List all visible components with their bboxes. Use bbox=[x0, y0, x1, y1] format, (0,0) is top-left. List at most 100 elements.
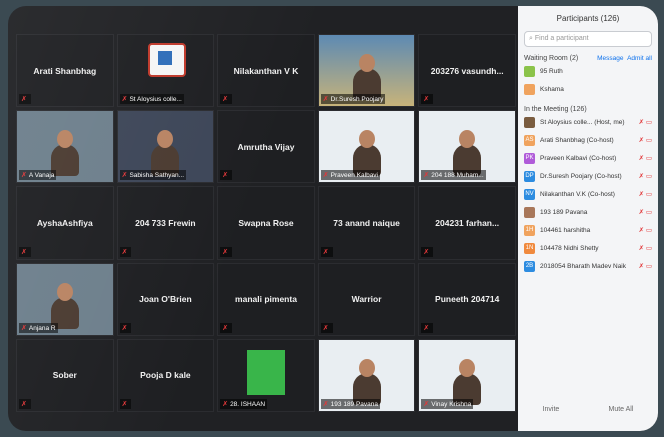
participant-name: St Aloysius colle... (Host, me) bbox=[540, 118, 625, 126]
video-tile[interactable]: ✗ A Vanaja bbox=[16, 110, 114, 184]
tile-label-text: Praveen Kalbavi bbox=[330, 172, 379, 180]
video-tile[interactable]: 203276 vasundh... ✗ bbox=[418, 34, 516, 108]
tile-label: ✗ 28. ISHAAN bbox=[220, 398, 268, 409]
tile-name: Puneeth 204714 bbox=[435, 294, 500, 305]
tile-label-text: Sabisha Sathyan... bbox=[129, 172, 185, 180]
muted-mic-icon: ✗ bbox=[21, 96, 27, 104]
video-tile[interactable]: manali pimenta ✗ bbox=[217, 262, 315, 336]
tile-label-text: A Vanaja bbox=[28, 172, 55, 180]
zoom-window: Arati Shanbhag ✗ ✗ St Aloysius colle... Nila… bbox=[8, 6, 658, 431]
participant-row[interactable]: DP Dr.Suresh Poojary (Co-host) ✗ ▭ bbox=[518, 167, 658, 185]
tile-label: ✗ bbox=[119, 322, 132, 333]
video-tile[interactable]: ✗ St Aloysius colle... bbox=[116, 34, 215, 108]
avatar bbox=[524, 116, 535, 128]
admit-all-button[interactable]: Admit all bbox=[627, 55, 652, 62]
person-head bbox=[358, 358, 375, 377]
muted-mic-icon: ✗ bbox=[423, 96, 430, 104]
muted-mic-icon: ✗ bbox=[322, 324, 329, 332]
participant-name: Dr.Suresh Poojary (Co-host) bbox=[540, 172, 622, 180]
tile-label: ✗ bbox=[421, 246, 434, 257]
video-tile[interactable]: Nilakanthan V K ✗ bbox=[217, 34, 315, 108]
muted-mic-icon: ✗ bbox=[21, 248, 27, 256]
participant-row[interactable]: 1H 104461 harshitha ✗ ▭ bbox=[518, 221, 658, 239]
panel-footer: Invite Mute All bbox=[518, 406, 658, 413]
participant-name: 104478 Nidhi Shetty bbox=[540, 244, 599, 252]
video-grid: Arati Shanbhag ✗ ✗ St Aloysius colle... Nila… bbox=[16, 34, 516, 412]
message-button[interactable]: Message bbox=[597, 55, 623, 62]
video-tile[interactable]: Warrior ✗ bbox=[317, 262, 416, 336]
tile-label: ✗ bbox=[220, 170, 233, 181]
participant-row[interactable]: 1N 104478 Nidhi Shetty ✗ ▭ bbox=[518, 239, 658, 257]
tile-label: ✗ 193 189 Pavana bbox=[320, 398, 381, 409]
tile-label-text: Anjana R bbox=[28, 324, 56, 332]
participant-row[interactable]: PK Praveen Kalbavi (Co-host) ✗ ▭ bbox=[518, 149, 658, 167]
muted-mic-icon: ✗ bbox=[121, 400, 128, 408]
muted-mic-icon: ✗ bbox=[222, 324, 229, 332]
in-meeting-header: In the Meeting (126) bbox=[524, 106, 587, 113]
invite-button[interactable]: Invite bbox=[543, 406, 560, 413]
video-tile[interactable]: Sober ✗ bbox=[16, 338, 114, 412]
muted-mic-icon: ✗ bbox=[423, 324, 430, 332]
participant-row[interactable]: Kshama bbox=[518, 80, 658, 98]
tile-name: 204 733 Frewin bbox=[135, 217, 196, 228]
video-tile[interactable]: Swapna Rose ✗ bbox=[217, 186, 315, 260]
video-tile[interactable]: ✗ 204 188 Muham... bbox=[418, 110, 516, 184]
participant-name: 95 Ruth bbox=[540, 67, 563, 75]
tile-name: Nilakanthan V K bbox=[233, 65, 299, 76]
video-tile[interactable]: 204 733 Frewin ✗ bbox=[116, 186, 215, 260]
participant-row[interactable]: 2B 2018054 Bharath Madev Naik ✗ ▭ bbox=[518, 257, 658, 275]
tile-label: ✗ bbox=[19, 246, 31, 257]
tile-label: ✗ St Aloysius colle... bbox=[119, 94, 184, 105]
tile-label: ✗ bbox=[220, 322, 233, 333]
video-tile[interactable]: AyshaAshfiya ✗ bbox=[16, 186, 114, 260]
video-tile[interactable]: ✗ 28. ISHAAN bbox=[217, 338, 315, 412]
tile-name: Sober bbox=[52, 370, 77, 381]
participant-search-input[interactable]: ⌕ Find a participant bbox=[524, 31, 652, 47]
tile-name: 73 anand naique bbox=[333, 217, 400, 228]
avatar bbox=[524, 83, 535, 95]
avatar: PK bbox=[524, 152, 535, 164]
video-tile[interactable]: ✗ Sabisha Sathyan... bbox=[116, 110, 215, 184]
participant-name: Kshama bbox=[540, 85, 564, 93]
tile-name: Joan O'Brien bbox=[139, 294, 192, 305]
mute-all-button[interactable]: Mute All bbox=[608, 406, 633, 413]
muted-mic-icon: ✗ bbox=[21, 400, 27, 408]
participant-row[interactable]: NV Nilakanthan V.K (Co-host) ✗ ▭ bbox=[518, 185, 658, 203]
mic-video-status-icon: ✗ ▭ bbox=[638, 173, 652, 180]
tile-label: ✗ bbox=[19, 94, 31, 105]
tile-name: Warrior bbox=[351, 294, 382, 305]
video-tile[interactable]: ✗ Dr.Suresh Poojary bbox=[317, 34, 416, 108]
video-tile[interactable]: Pooja D kale ✗ bbox=[116, 338, 215, 412]
participant-row[interactable]: 193 189 Pavana ✗ ▭ bbox=[518, 203, 658, 221]
video-tile[interactable]: Amrutha Vijay ✗ bbox=[217, 110, 315, 184]
college-logo bbox=[148, 43, 187, 77]
person-head bbox=[56, 282, 73, 301]
video-tile[interactable]: Puneeth 204714 ✗ bbox=[418, 262, 516, 336]
tile-label: ✗ A Vanaja bbox=[19, 170, 57, 181]
mic-video-status-icon: ✗ ▭ bbox=[638, 137, 652, 144]
person-head bbox=[358, 130, 375, 149]
participant-name: Arati Shanbhag (Co-host) bbox=[540, 136, 614, 144]
video-tile[interactable]: ✗ Vinay Krishna bbox=[418, 338, 516, 412]
tile-label: ✗ Praveen Kalbavi bbox=[320, 170, 381, 181]
participant-row[interactable]: AS Arati Shanbhag (Co-host) ✗ ▭ bbox=[518, 131, 658, 149]
participant-row[interactable]: 95 Ruth bbox=[518, 62, 658, 80]
video-tile[interactable]: ✗ Praveen Kalbavi bbox=[317, 110, 416, 184]
tile-label-text: 204 188 Muham... bbox=[431, 172, 484, 180]
tile-label-text: Vinay Krishna bbox=[431, 400, 472, 408]
muted-mic-icon: ✗ bbox=[222, 400, 229, 408]
mic-video-status-icon: ✗ ▭ bbox=[638, 191, 652, 198]
video-tile[interactable]: 73 anand naique ✗ bbox=[317, 186, 416, 260]
waiting-list: 95 Ruth Kshama bbox=[518, 62, 658, 98]
muted-mic-icon: ✗ bbox=[21, 324, 27, 332]
video-tile[interactable]: Joan O'Brien ✗ bbox=[116, 262, 215, 336]
mic-video-status-icon: ✗ ▭ bbox=[638, 209, 652, 216]
video-tile[interactable]: ✗ 193 189 Pavana bbox=[317, 338, 416, 412]
search-icon: ⌕ bbox=[529, 35, 533, 42]
video-tile[interactable]: Arati Shanbhag ✗ bbox=[16, 34, 114, 108]
tile-label: ✗ Dr.Suresh Poojary bbox=[320, 94, 386, 105]
participant-row[interactable]: St Aloysius colle... (Host, me) ✗ ▭ bbox=[518, 113, 658, 131]
video-tile[interactable]: 204231 farhan... ✗ bbox=[418, 186, 516, 260]
panel-title: Participants (126) bbox=[556, 14, 620, 23]
video-tile[interactable]: ✗ Anjana R bbox=[16, 262, 114, 336]
